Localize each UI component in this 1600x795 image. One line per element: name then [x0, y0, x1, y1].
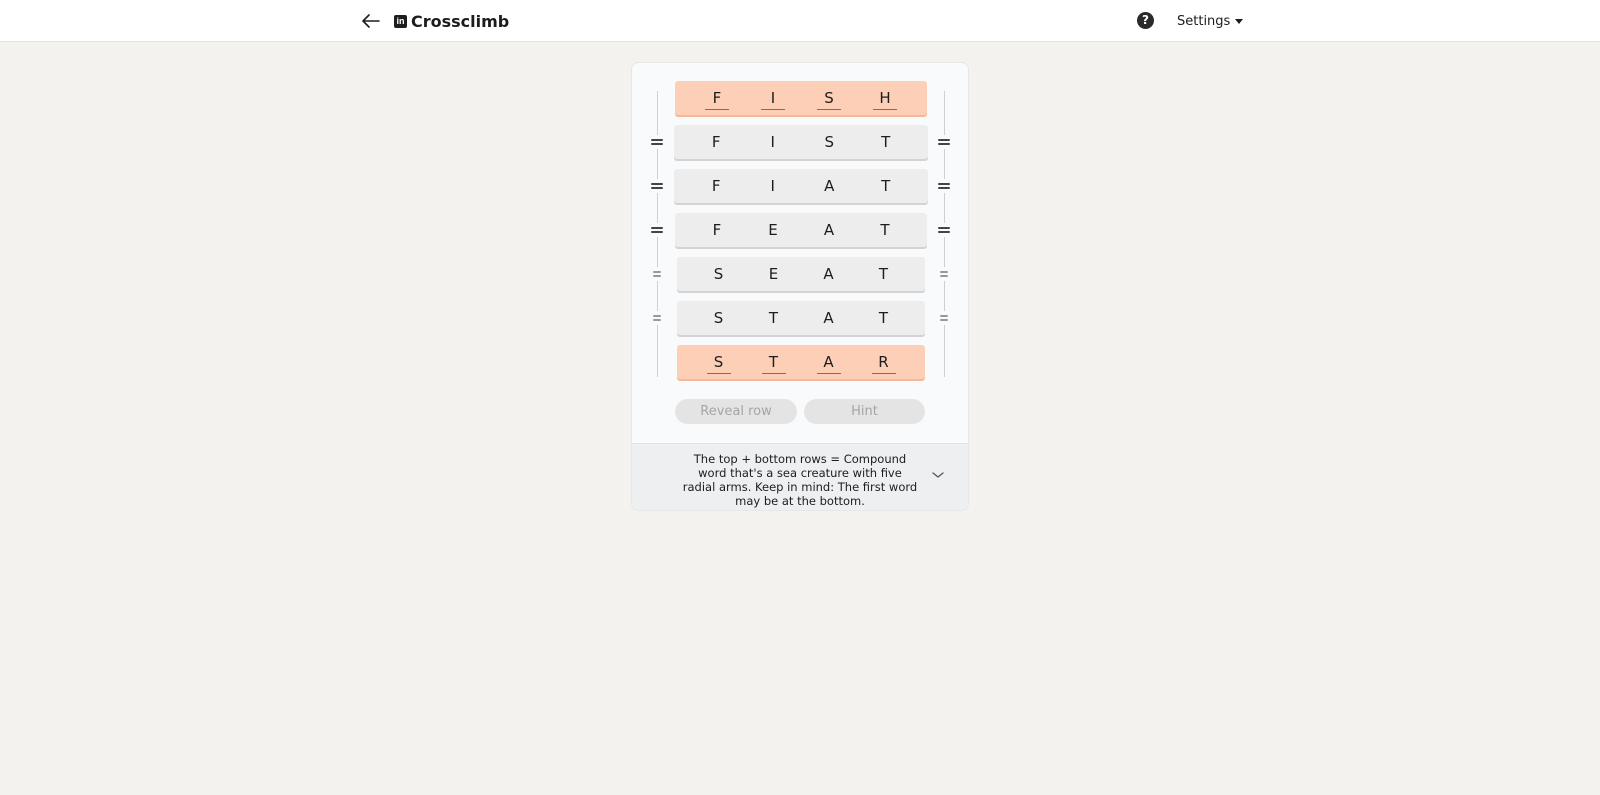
- help-icon[interactable]: ?: [1137, 12, 1154, 29]
- word-row-1[interactable]: FISH: [675, 81, 927, 115]
- letter-cell[interactable]: A: [817, 265, 841, 283]
- letter-cell[interactable]: S: [817, 133, 841, 151]
- letter-cell[interactable]: T: [873, 221, 897, 239]
- chevron-down-icon[interactable]: [931, 468, 945, 482]
- letter-cell[interactable]: F: [704, 177, 728, 195]
- page-title: Crossclimb: [411, 11, 510, 31]
- letter-cell[interactable]: F: [704, 133, 728, 151]
- letter-cell[interactable]: I: [761, 177, 785, 195]
- brand: in Crossclimb: [394, 10, 509, 32]
- letter-cell[interactable]: A: [817, 309, 841, 327]
- back-arrow-icon[interactable]: [360, 10, 382, 32]
- letter-cell[interactable]: S: [707, 309, 731, 327]
- drag-handle-icon[interactable]: [938, 311, 950, 325]
- letter-cell[interactable]: E: [762, 265, 786, 283]
- letter-cell[interactable]: T: [872, 265, 896, 283]
- reveal-row-button[interactable]: Reveal row: [675, 399, 797, 424]
- game-board: FISHFISTFIATFEATSEATSTATSTAR Reveal row …: [631, 62, 969, 511]
- clue-text: The top + bottom rows = Compound word th…: [682, 452, 918, 508]
- letter-cell[interactable]: H: [873, 89, 897, 110]
- letter-cell[interactable]: A: [817, 177, 841, 195]
- drag-handle-icon[interactable]: [651, 311, 663, 325]
- settings-menu-button[interactable]: Settings: [1177, 13, 1244, 30]
- word-row-6[interactable]: STAT: [677, 301, 925, 335]
- caret-down-icon: [1235, 19, 1244, 24]
- letter-cell[interactable]: F: [705, 89, 729, 110]
- letter-cell[interactable]: A: [817, 221, 841, 239]
- letter-cell[interactable]: T: [762, 309, 786, 327]
- letter-cell[interactable]: A: [816, 353, 841, 374]
- letter-cell[interactable]: S: [817, 89, 841, 110]
- drag-handle-icon[interactable]: [651, 223, 663, 237]
- hint-button[interactable]: Hint: [804, 399, 925, 424]
- word-row-7[interactable]: STAR: [677, 345, 925, 379]
- letter-cell[interactable]: S: [706, 353, 731, 374]
- letter-cell[interactable]: T: [872, 309, 896, 327]
- settings-label: Settings: [1177, 14, 1231, 29]
- letter-cell[interactable]: S: [707, 265, 731, 283]
- letter-cell[interactable]: T: [874, 133, 898, 151]
- word-row-4[interactable]: FEAT: [675, 213, 927, 247]
- letter-cell[interactable]: I: [761, 89, 785, 110]
- drag-handle-icon[interactable]: [938, 267, 950, 281]
- letter-cell[interactable]: F: [705, 221, 729, 239]
- letter-cell[interactable]: R: [871, 353, 896, 374]
- word-row-2[interactable]: FIST: [674, 125, 928, 159]
- letter-cell[interactable]: T: [761, 353, 786, 374]
- letter-cell[interactable]: T: [874, 177, 898, 195]
- drag-handle-icon[interactable]: [651, 267, 663, 281]
- linkedin-logo-icon: in: [394, 14, 407, 28]
- drag-handle-icon[interactable]: [651, 135, 663, 149]
- letter-cell[interactable]: I: [761, 133, 785, 151]
- drag-handle-icon[interactable]: [651, 179, 663, 193]
- word-row-5[interactable]: SEAT: [677, 257, 925, 291]
- drag-handle-icon[interactable]: [938, 223, 950, 237]
- top-bar: in Crossclimb ? Settings: [0, 0, 1600, 42]
- drag-handle-icon[interactable]: [938, 135, 950, 149]
- letter-cell[interactable]: E: [761, 221, 785, 239]
- drag-handle-icon[interactable]: [938, 179, 950, 193]
- word-row-3[interactable]: FIAT: [674, 169, 928, 203]
- clue-panel[interactable]: The top + bottom rows = Compound word th…: [632, 443, 968, 510]
